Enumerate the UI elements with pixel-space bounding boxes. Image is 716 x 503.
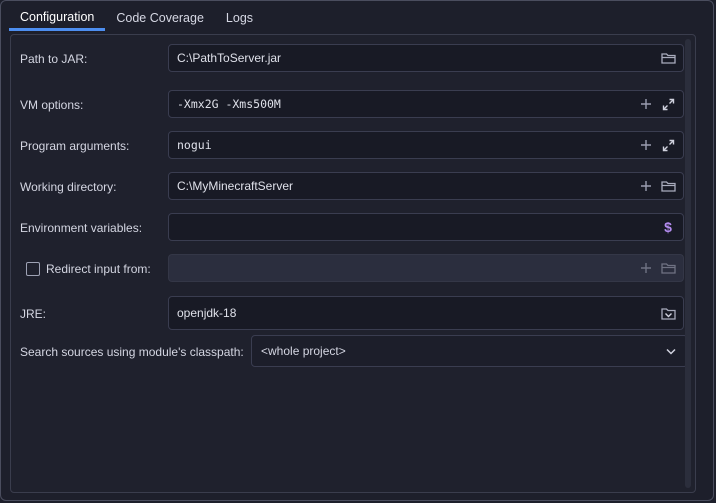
scrollbar[interactable] [681, 35, 695, 492]
jre-label: JRE: [20, 307, 47, 321]
redirect-input-label: Redirect input from: [46, 262, 151, 276]
path-to-jar-field[interactable]: C:\PathToServer.jar [168, 44, 684, 72]
search-sources-value: <whole project> [261, 344, 346, 358]
redirect-input-checkbox[interactable] [26, 262, 40, 276]
redirect-input-field [168, 254, 684, 282]
plus-icon[interactable] [638, 178, 654, 194]
folder-icon[interactable] [660, 50, 676, 66]
tab-code-coverage[interactable]: Code Coverage [105, 5, 215, 31]
search-sources-select[interactable]: <whole project> [251, 335, 688, 367]
jre-value: openjdk-18 [177, 306, 237, 320]
run-configuration-window: Configuration Code Coverage Logs Path to… [0, 0, 714, 501]
environment-variables-label: Environment variables: [20, 221, 143, 235]
chevron-down-icon [663, 343, 679, 359]
program-arguments-field[interactable]: nogui [168, 131, 684, 159]
expand-icon[interactable] [660, 96, 676, 112]
vm-options-field[interactable]: -Xmx2G -Xms500M [168, 90, 684, 118]
dollar-icon[interactable]: $ [660, 219, 676, 235]
folder-dropdown-icon[interactable] [660, 305, 676, 321]
plus-icon[interactable] [638, 96, 654, 112]
plus-icon[interactable] [638, 137, 654, 153]
program-arguments-label: Program arguments: [20, 139, 130, 153]
working-directory-value: C:\MyMinecraftServer [177, 179, 294, 193]
vm-options-label: VM options: [20, 98, 84, 112]
configuration-panel: Path to JAR: C:\PathToServer.jar VM opti… [10, 34, 696, 493]
working-directory-label: Working directory: [20, 180, 117, 194]
plus-icon [638, 260, 654, 276]
tab-logs[interactable]: Logs [215, 5, 264, 31]
environment-variables-field[interactable]: $ [168, 213, 684, 241]
vm-options-value: -Xmx2G -Xms500M [177, 97, 281, 111]
search-sources-label: Search sources using module's classpath: [20, 345, 244, 359]
folder-icon [660, 260, 676, 276]
path-to-jar-value: C:\PathToServer.jar [177, 51, 282, 65]
scrollbar-thumb[interactable] [685, 39, 691, 488]
expand-icon[interactable] [660, 137, 676, 153]
path-to-jar-label: Path to JAR: [20, 52, 88, 66]
working-directory-field[interactable]: C:\MyMinecraftServer [168, 172, 684, 200]
jre-field[interactable]: openjdk-18 [168, 296, 684, 330]
tab-configuration[interactable]: Configuration [9, 5, 106, 31]
folder-icon[interactable] [660, 178, 676, 194]
tab-bar: Configuration Code Coverage Logs [9, 5, 264, 33]
program-arguments-value: nogui [177, 138, 212, 152]
